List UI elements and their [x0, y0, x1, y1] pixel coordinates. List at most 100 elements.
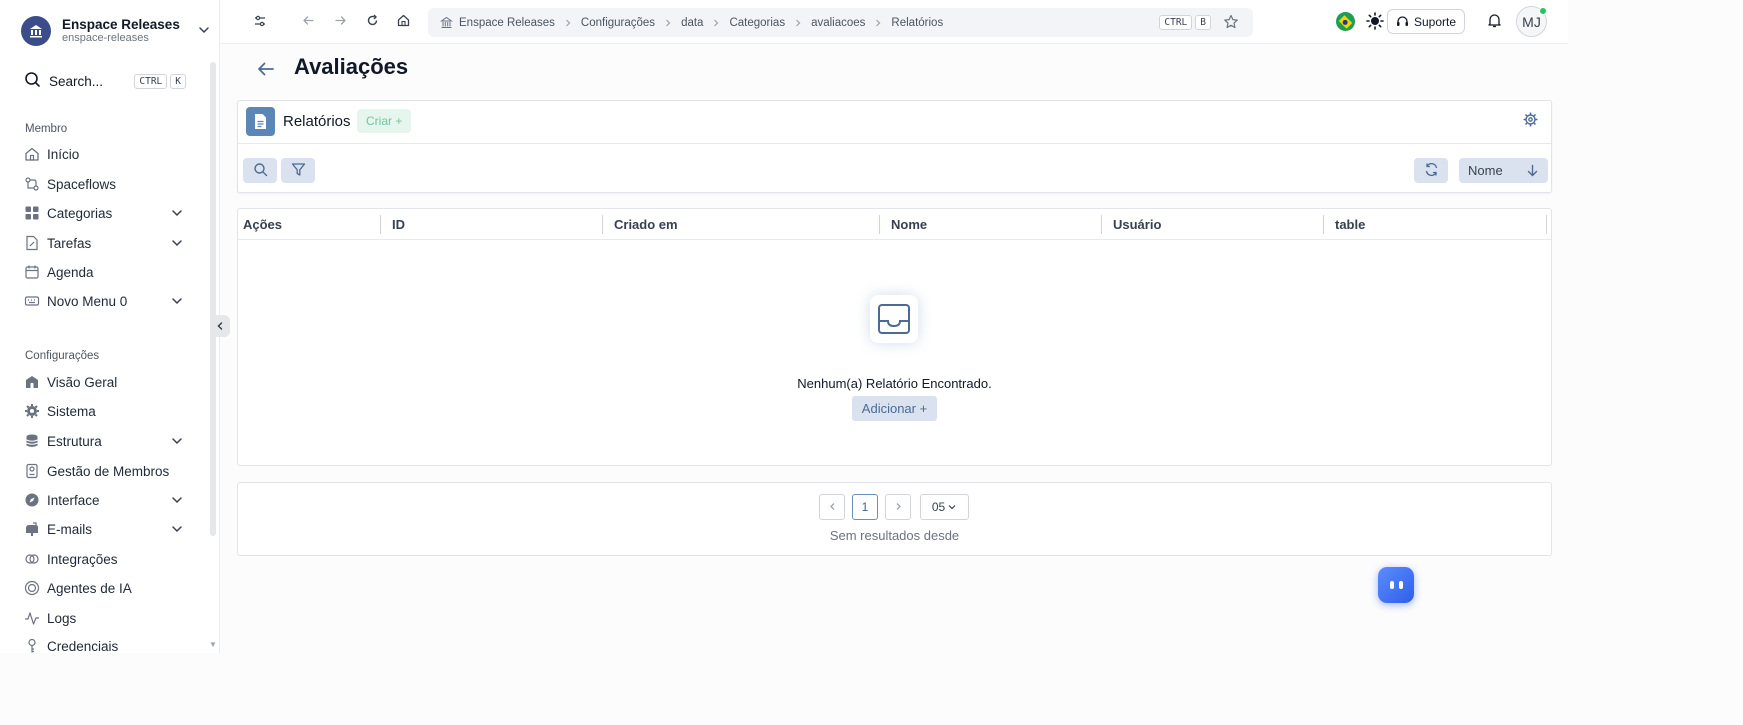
- building-icon: [440, 16, 453, 29]
- chevron-down-icon[interactable]: [170, 522, 184, 536]
- sidebar-scrollbar[interactable]: [210, 62, 216, 536]
- reload-icon: [366, 14, 379, 30]
- refresh-button[interactable]: [1414, 158, 1448, 183]
- column-header-usuario[interactable]: Usuário: [1102, 209, 1324, 240]
- home-button[interactable]: [393, 12, 413, 32]
- panel-toggle-button[interactable]: [250, 12, 270, 32]
- workspace-switcher[interactable]: Enspace Releases enspace-releases: [21, 13, 211, 49]
- key-icon: [24, 638, 40, 654]
- pagination-status: Sem resultados desde: [829, 528, 960, 543]
- bot-eye: [1398, 581, 1403, 589]
- calendar-icon: [24, 264, 40, 280]
- breadcrumb-item[interactable]: Configurações: [581, 17, 655, 29]
- chevron-left-icon: [828, 500, 837, 514]
- sidebar-item-novo-menu[interactable]: Novo Menu 0: [24, 290, 184, 312]
- sort-button[interactable]: Nome: [1459, 158, 1548, 183]
- sidebar-item-estrutura[interactable]: Estrutura: [24, 430, 184, 452]
- workspace-logo-icon: [21, 16, 51, 46]
- sidebar-item-interface[interactable]: Interface: [24, 489, 184, 511]
- sidebar: Enspace Releases enspace-releases Search…: [0, 0, 220, 654]
- chevron-down-icon[interactable]: [197, 23, 211, 40]
- search-button[interactable]: Search... CTRL K: [24, 72, 186, 90]
- online-status-dot: [1539, 7, 1547, 15]
- support-button[interactable]: Suporte: [1387, 9, 1465, 34]
- sidebar-item-label: Gestão de Membros: [47, 463, 170, 479]
- column-header-criado-em[interactable]: Criado em: [603, 209, 880, 240]
- page-title: Avaliações: [294, 54, 409, 79]
- sliders-icon: [253, 14, 267, 31]
- nav-forward-button[interactable]: [330, 12, 350, 32]
- sidebar-item-tarefas[interactable]: Tarefas: [24, 232, 184, 254]
- sidebar-item-label: Agentes de IA: [47, 580, 132, 596]
- column-header-acoes[interactable]: Ações: [238, 209, 381, 240]
- language-flag-icon[interactable]: [1336, 12, 1355, 31]
- chevron-right-icon: [564, 19, 572, 27]
- sidebar-item-visao-geral[interactable]: Visão Geral: [24, 371, 184, 393]
- kbd-key: CTRL: [1159, 15, 1193, 30]
- chevron-down-icon[interactable]: [170, 434, 184, 448]
- workspace-slug: enspace-releases: [62, 32, 149, 45]
- settings-button[interactable]: [1522, 111, 1539, 131]
- notifications-button[interactable]: [1484, 12, 1504, 32]
- chevron-down-icon[interactable]: [170, 236, 184, 250]
- column-header-nome[interactable]: Nome: [880, 209, 1102, 240]
- nav-back-button[interactable]: [298, 12, 318, 32]
- breadcrumb: Enspace Releases Configurações data Cate…: [428, 8, 1253, 37]
- search-label: Search...: [49, 73, 104, 89]
- document-icon: [246, 107, 275, 136]
- page-number-button[interactable]: 1: [852, 494, 878, 520]
- sidebar-item-inicio[interactable]: Início: [24, 143, 184, 165]
- avatar[interactable]: MJ: [1516, 6, 1547, 37]
- search-button[interactable]: [243, 158, 277, 183]
- breadcrumb-item[interactable]: data: [681, 17, 703, 29]
- sidebar-item-label: Interface: [47, 492, 100, 508]
- chevron-down-icon[interactable]: [170, 294, 184, 308]
- filter-button[interactable]: [281, 158, 315, 183]
- next-page-button[interactable]: [885, 494, 911, 520]
- gear-icon: [1522, 112, 1539, 131]
- breadcrumb-item[interactable]: avaliacoes: [811, 17, 865, 29]
- breadcrumb-item[interactable]: Enspace Releases: [459, 17, 555, 29]
- theme-toggle-button[interactable]: [1365, 11, 1385, 32]
- add-button[interactable]: Adicionar +: [852, 396, 937, 421]
- activity-icon: [24, 610, 40, 626]
- sidebar-item-integracoes[interactable]: Integrações: [24, 548, 184, 570]
- search-icon: [253, 162, 268, 180]
- reload-button[interactable]: [362, 12, 382, 32]
- search-shortcut: CTRL K: [134, 73, 186, 89]
- breadcrumb-item[interactable]: Categorias: [729, 17, 785, 29]
- chevron-down-icon[interactable]: [170, 493, 184, 507]
- column-header-table[interactable]: table: [1324, 209, 1547, 240]
- star-icon[interactable]: [1223, 14, 1239, 33]
- ai-icon: [24, 580, 40, 596]
- sidebar-item-sistema[interactable]: Sistema: [24, 400, 184, 422]
- avatar-initials: MJ: [1522, 13, 1541, 30]
- sidebar-item-label: Integrações: [47, 551, 118, 567]
- sidebar-item-gestao-membros[interactable]: Gestão de Membros: [24, 460, 184, 482]
- sidebar-item-agentes-ia[interactable]: Agentes de IA: [24, 577, 184, 599]
- flow-icon: [24, 176, 40, 192]
- sidebar-item-spaceflows[interactable]: Spaceflows: [24, 173, 184, 195]
- sidebar-item-emails[interactable]: E-mails: [24, 518, 184, 540]
- chevron-right-icon: [894, 500, 903, 514]
- sidebar-collapse-button[interactable]: [210, 315, 230, 337]
- column-header-id[interactable]: ID: [381, 209, 603, 240]
- sidebar-item-label: Agenda: [47, 264, 94, 280]
- sidebar-item-credenciais[interactable]: Credenciais: [24, 635, 184, 657]
- sidebar-item-categorias[interactable]: Categorias: [24, 202, 184, 224]
- scroll-down-icon[interactable]: ▼: [209, 640, 217, 649]
- prev-page-button[interactable]: [819, 494, 845, 520]
- sidebar-item-label: Spaceflows: [47, 176, 117, 192]
- sidebar-item-label: Categorias: [47, 205, 113, 221]
- database-icon: [24, 433, 40, 449]
- ai-assistant-button[interactable]: [1378, 567, 1414, 603]
- back-button[interactable]: [255, 58, 277, 83]
- sidebar-item-logs[interactable]: Logs: [24, 607, 184, 629]
- sidebar-item-agenda[interactable]: Agenda: [24, 261, 184, 283]
- create-button[interactable]: Criar +: [357, 109, 412, 133]
- home-icon: [397, 14, 410, 30]
- page-size-select[interactable]: 05: [920, 494, 969, 520]
- mailbox-icon: [24, 521, 40, 537]
- chevron-down-icon[interactable]: [170, 206, 184, 220]
- arrow-right-icon: [334, 14, 347, 30]
